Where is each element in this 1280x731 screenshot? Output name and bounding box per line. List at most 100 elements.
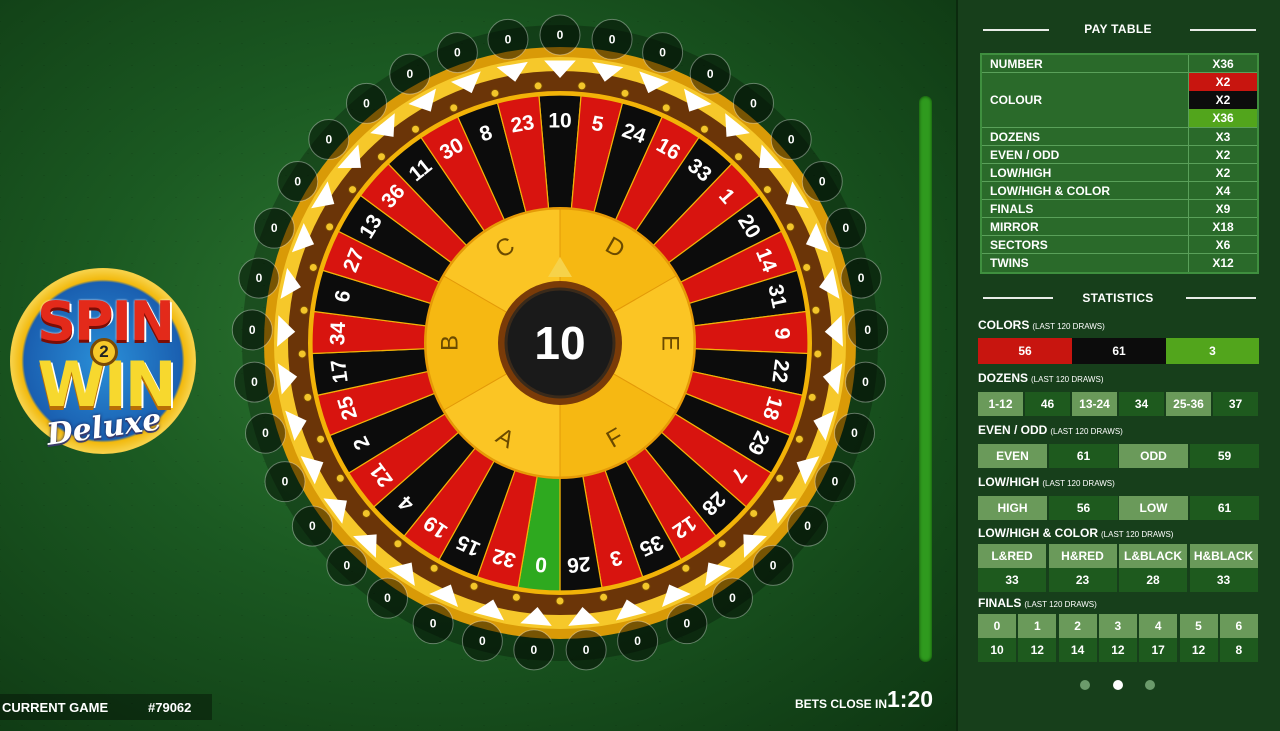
counter-value: 0 [707,67,714,81]
counter-value: 0 [363,96,370,110]
paytable-row-name: MIRROR [982,218,1189,235]
paytable-row-name: LOW/HIGH [982,164,1189,181]
counter-value: 0 [770,558,777,572]
gold-stud [308,262,318,272]
logo-two-badge: 2 [90,338,118,366]
paytable-row-name: TWINS [982,254,1189,272]
paytable-colour-red-value: X2 [1189,73,1257,91]
gold-stud [316,434,326,444]
stats-finals-value: 12 [1098,638,1137,662]
gold-stud [807,392,817,402]
stats-lhcolor-key: L&RED [978,544,1046,568]
stats-dozens-label: DOZENS [978,371,1029,385]
stats-lowhigh-value: 61 [1190,496,1259,520]
pocket-number: 26 [566,552,591,577]
paytable-row-value: X9 [1215,202,1231,216]
stats-dozens-heading: DOZENS (LAST 120 DRAWS) [978,371,1103,385]
pocket-number: 17 [327,358,353,384]
paytable-row-value: X18 [1212,220,1234,234]
page-dot[interactable] [1080,680,1090,690]
paytable-row: FINALS X9 [982,200,1257,218]
paytable-row-value: X6 [1215,238,1231,252]
stats-lowhigh-note: (LAST 120 DRAWS) [1042,479,1115,488]
stats-finals-key: 3 [1098,614,1137,638]
stats-evenodd-note: (LAST 120 DRAWS) [1050,427,1123,436]
stats-lowhigh-value: 56 [1049,496,1118,520]
paytable-row-name: LOW/HIGH & COLOR [982,182,1189,199]
pocket-number: 9 [770,327,793,340]
stats-lhcolor-note: (LAST 120 DRAWS) [1101,530,1174,539]
counter-value: 0 [851,426,858,440]
gold-stud [734,152,744,162]
stats-evenodd-key: EVEN [978,444,1047,468]
gold-stud [775,473,785,483]
gold-stud [449,103,459,113]
stats-finals-label: FINALS [978,596,1022,610]
bets-close-label: BETS CLOSE IN [795,697,888,711]
stats-lhcolor-value: 23 [1048,568,1117,592]
counter-value: 0 [788,133,795,147]
gold-stud [533,81,543,91]
paytable-row: MIRROR X18 [982,218,1257,236]
stats-lhcolor-label: LOW/HIGH & COLOR [978,526,1098,540]
paytable-row: DOZENS X3 [982,128,1257,146]
gold-stud [490,88,500,98]
stats-evenodd-heading: EVEN / ODD (LAST 120 DRAWS) [978,423,1123,437]
counter-value: 0 [430,617,437,631]
paytable-row-value: X2 [1215,148,1231,162]
center-number: 10 [534,317,585,369]
stats-lowhigh-key: HIGH [978,496,1047,520]
paytable-row-value: X36 [1212,57,1234,71]
stats-colors-label: COLORS [978,318,1030,332]
counter-value: 0 [256,271,263,285]
bets-close-time: 1:20 [887,686,934,712]
gold-stud [762,185,772,195]
stats-lhcolor-key: L&BLACK [1119,544,1187,568]
paytable: NUMBER X36 COLOUR X2 X2 X36 DOZENS X3 EVE… [980,53,1259,274]
counter-value: 0 [325,133,332,147]
stats-dozens-value: 37 [1213,392,1258,416]
gold-stud [620,88,630,98]
pocket-number: 23 [509,111,536,138]
gold-stud [813,349,823,359]
gold-stud [411,124,421,134]
stats-finals-value: 17 [1139,638,1178,662]
gold-stud [661,103,671,113]
counter-value: 0 [384,591,391,605]
counter-value: 0 [406,67,413,81]
stats-finals-value: 14 [1058,638,1097,662]
gold-stud [469,581,479,591]
paytable-row-name: EVEN / ODD [982,146,1189,163]
gold-stud [641,581,651,591]
stats-finals-key: 6 [1219,614,1258,638]
counter-value: 0 [251,375,258,389]
gold-stud [555,596,565,606]
counter-value: 0 [634,634,641,648]
pocket-number: 22 [767,358,793,384]
stats-dozens-value: 46 [1025,392,1070,416]
paytable-row-value: X2 [1215,166,1231,180]
stats-colors-green: 3 [1166,338,1259,364]
gold-stud [511,592,521,602]
stats-finals-value: 12 [1179,638,1218,662]
paytable-row: TWINS X12 [982,254,1257,272]
stats-lhcolor-value: 33 [1189,568,1258,592]
gold-stud [299,305,309,315]
paytable-row: SECTORS X6 [982,236,1257,254]
paytable-row: LOW/HIGH & COLOR X4 [982,182,1257,200]
pocket-number: 10 [548,110,571,133]
page-dot[interactable] [1145,680,1155,690]
gold-stud [717,539,727,549]
stats-evenodd-value: 59 [1190,444,1259,468]
counter-value: 0 [531,643,538,657]
current-game-number: #79062 [148,700,192,715]
page-dot-active[interactable] [1113,680,1123,690]
counter-value: 0 [344,558,351,572]
stats-colors-note: (LAST 120 DRAWS) [1032,322,1105,331]
stats-finals-heading: FINALS (LAST 120 DRAWS) [978,596,1097,610]
gold-stud [303,392,313,402]
counter-value: 0 [583,643,590,657]
gold-stud [749,508,759,518]
paytable-row-value: X12 [1212,256,1234,270]
stats-colors-heading: COLORS (LAST 120 DRAWS) [978,318,1105,332]
